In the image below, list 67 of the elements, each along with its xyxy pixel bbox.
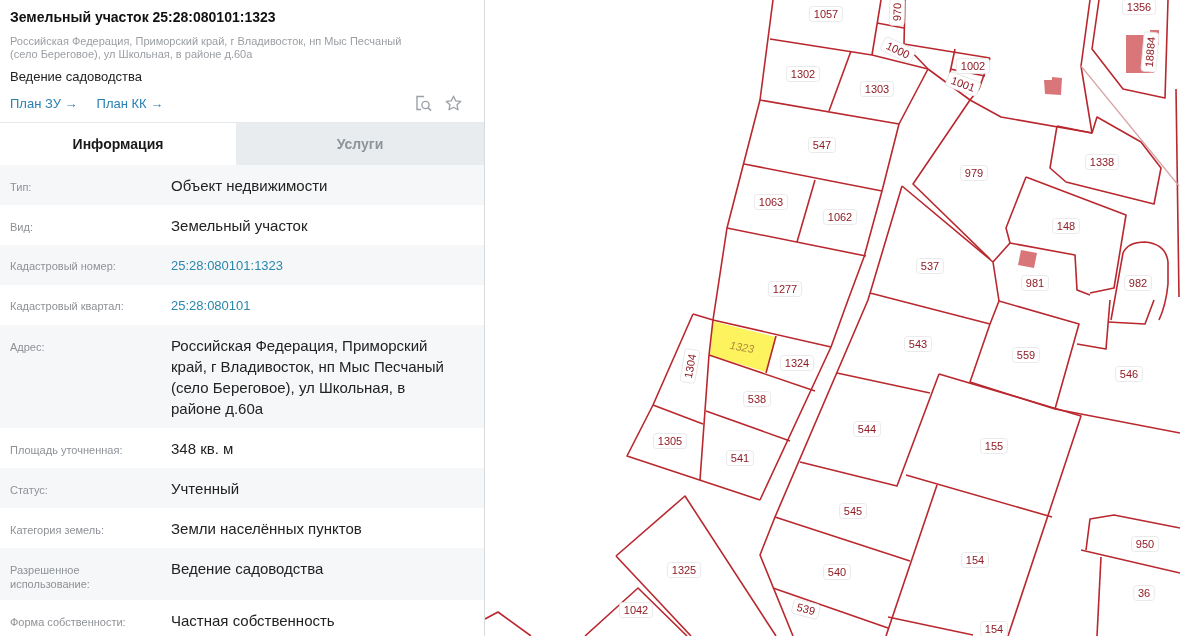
building-icon xyxy=(1044,77,1062,95)
parcel-number[interactable]: 559 xyxy=(1012,347,1040,363)
property-value: Земельный участок xyxy=(171,215,309,236)
parcel-number[interactable]: 982 xyxy=(1124,275,1152,291)
parcel-number[interactable]: 1303 xyxy=(860,81,894,97)
property-label: Кадастровый квартал: xyxy=(10,298,125,313)
parcel-number[interactable]: 1304 xyxy=(679,347,701,385)
parcel-address: Российская Федерация, Приморский край, г Владивосток, нп Мыс Песчаный (село Береговое), ул Школьная, в районе д.60а xyxy=(10,35,403,61)
parcel-number[interactable]: 1324 xyxy=(780,355,814,371)
parcel-number[interactable]: 981 xyxy=(1021,275,1049,291)
property-value: Учтенный xyxy=(171,478,241,499)
property-link[interactable]: 25:28:080101 xyxy=(171,294,251,316)
property-label: Тип: xyxy=(10,179,33,194)
property-label: Разрешенное использование: xyxy=(10,562,91,591)
parcel-number[interactable]: 154 xyxy=(980,621,1008,636)
parcel-number[interactable]: 979 xyxy=(960,165,988,181)
parcel-number[interactable]: 950 xyxy=(1131,536,1159,552)
parcel-number[interactable]: 1356 xyxy=(1122,0,1156,15)
parcel-number[interactable]: 1325 xyxy=(667,562,701,578)
parcel-number[interactable]: 539 xyxy=(790,597,822,621)
parcel-number[interactable]: 970 xyxy=(888,0,906,27)
property-value: Частная собственность xyxy=(171,610,336,631)
property-label: Вид: xyxy=(10,219,34,234)
building-icon xyxy=(1018,250,1037,268)
property-link[interactable]: 25:28:080101:1323 xyxy=(171,254,284,276)
parcel-number[interactable]: 1062 xyxy=(823,209,857,225)
property-label: Категория земель: xyxy=(10,522,106,537)
parcel-number[interactable]: 537 xyxy=(916,258,944,274)
parcel-number[interactable]: 544 xyxy=(853,421,881,437)
plan-link[interactable]: План КК → xyxy=(96,95,164,111)
parcel-number[interactable]: 545 xyxy=(839,503,867,519)
property-value: Ведение садоводства xyxy=(171,558,325,579)
star-icon[interactable] xyxy=(445,94,462,112)
parcel-number[interactable]: 541 xyxy=(726,450,754,466)
parcel-title: Земельный участок 25:28:080101:1323 xyxy=(10,8,277,26)
parcel-number[interactable]: 1277 xyxy=(768,281,802,297)
parcel-number[interactable]: 1302 xyxy=(786,66,820,82)
parcel-number[interactable]: 36 xyxy=(1133,585,1155,601)
plan-link[interactable]: План ЗУ → xyxy=(10,95,78,111)
property-value: 348 кв. м xyxy=(171,438,235,459)
parcel-number[interactable]: 1000 xyxy=(879,35,917,65)
parcel-number[interactable]: 1002 xyxy=(956,58,990,74)
property-value: Объект недвижимости xyxy=(171,175,329,196)
parcel-number[interactable]: 547 xyxy=(808,137,836,153)
property-label: Адрес: xyxy=(10,339,46,354)
parcel-number[interactable]: 1001 xyxy=(944,70,982,98)
property-label: Кадастровый номер: xyxy=(10,258,117,273)
parcel-number[interactable]: 1042 xyxy=(619,602,653,618)
parcel-number[interactable]: 148 xyxy=(1052,218,1080,234)
parcel-number[interactable]: 543 xyxy=(904,336,932,352)
parcel-number[interactable]: 1305 xyxy=(653,433,687,449)
parcel-number[interactable]: 154 xyxy=(961,552,989,568)
parcel-number[interactable]: 546 xyxy=(1115,366,1143,382)
parcel-number[interactable]: 538 xyxy=(743,391,771,407)
parcel-number[interactable]: 1338 xyxy=(1085,154,1119,170)
parcel-number[interactable]: 18884 xyxy=(1140,31,1160,73)
property-value: Земли населённых пунктов xyxy=(171,518,363,539)
parcel-number[interactable]: 540 xyxy=(823,564,851,580)
property-label: Форма собственности: xyxy=(10,614,127,629)
property-label: Площадь уточненная: xyxy=(10,442,124,457)
parcel-usage: Ведение садоводства xyxy=(10,69,143,85)
parcel-number[interactable]: 1057 xyxy=(809,6,843,22)
property-label: Статус: xyxy=(10,482,49,497)
parcel-number[interactable]: 155 xyxy=(980,438,1008,454)
document-search-icon[interactable] xyxy=(415,94,432,112)
property-value: Российская Федерация, Приморский край, г Владивосток, нп Мыс Песчаный (село Береговое), ул Школьная, в районе д.60а xyxy=(171,335,445,419)
parcel-number[interactable]: 1063 xyxy=(754,194,788,210)
